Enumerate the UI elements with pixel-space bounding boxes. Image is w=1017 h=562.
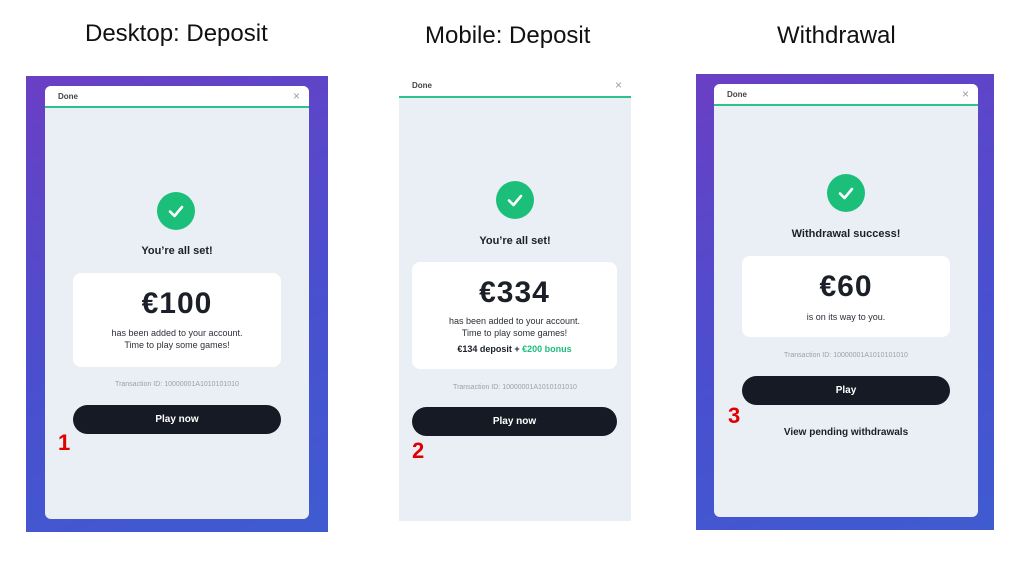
marker-3: 3 bbox=[728, 403, 741, 428]
amount-value: €60 bbox=[819, 270, 873, 303]
transaction-id: Transaction ID: 10000001A1010101010 bbox=[784, 352, 908, 359]
amount-card: €60 is on its way to you. bbox=[742, 256, 950, 337]
play-now-button[interactable]: Play now bbox=[412, 407, 617, 436]
done-label[interactable]: Done bbox=[58, 92, 78, 101]
done-label[interactable]: Done bbox=[412, 81, 432, 90]
amount-card: €334 has been added to your account. Tim… bbox=[412, 262, 617, 369]
close-icon[interactable]: × bbox=[293, 89, 300, 103]
bonus-breakdown: €134 deposit + €200 bonus bbox=[412, 344, 617, 354]
bonus-amount-text: €200 bonus bbox=[522, 344, 572, 354]
play-now-button[interactable]: Play now bbox=[73, 405, 281, 434]
success-headline: You’re all set! bbox=[141, 245, 213, 257]
modal-topbar: Done × bbox=[399, 75, 631, 98]
transaction-id: Transaction ID: 10000001A1010101010 bbox=[453, 384, 577, 391]
success-check-icon bbox=[157, 192, 195, 230]
marker-1: 1 bbox=[58, 430, 71, 455]
amount-description-line1: is on its way to you. bbox=[806, 312, 886, 322]
amount-description-line2: Time to play some games! bbox=[461, 328, 568, 338]
column-title-desktop-deposit: Desktop: Deposit bbox=[85, 20, 268, 47]
marker-2: 2 bbox=[412, 438, 425, 463]
close-icon[interactable]: × bbox=[962, 87, 969, 101]
transaction-id: Transaction ID: 10000001A1010101010 bbox=[115, 381, 239, 388]
play-button[interactable]: Play bbox=[742, 376, 950, 405]
amount-description-line1: has been added to your account. bbox=[448, 316, 581, 326]
amount-value: €334 bbox=[479, 276, 550, 309]
amount-card: €100 has been added to your account. Tim… bbox=[73, 273, 281, 367]
success-headline: Withdrawal success! bbox=[791, 228, 901, 240]
amount-value: €100 bbox=[141, 287, 213, 320]
column-title-withdrawal: Withdrawal bbox=[777, 22, 896, 49]
comparison-stage: Desktop: Deposit Mobile: Deposit Withdra… bbox=[0, 0, 1017, 562]
bonus-deposit-text: €134 deposit + bbox=[457, 344, 523, 354]
amount-description-line1: has been added to your account. bbox=[111, 328, 243, 338]
success-check-icon bbox=[496, 181, 534, 219]
close-icon[interactable]: × bbox=[615, 78, 622, 92]
column-title-mobile-deposit: Mobile: Deposit bbox=[425, 22, 591, 49]
success-check-icon bbox=[827, 174, 865, 212]
view-pending-withdrawals-link[interactable]: View pending withdrawals bbox=[714, 427, 978, 438]
success-headline: You’re all set! bbox=[479, 235, 551, 247]
modal-topbar: Done × bbox=[714, 84, 978, 106]
amount-description-line2: Time to play some games! bbox=[124, 340, 230, 350]
done-label[interactable]: Done bbox=[727, 90, 747, 99]
desktop-deposit-modal: Done × You’re all set! €100 has been add… bbox=[45, 86, 309, 519]
withdrawal-modal: Done × Withdrawal success! €60 is on its… bbox=[714, 84, 978, 517]
modal-topbar: Done × bbox=[45, 86, 309, 108]
mobile-deposit-modal: Done × You’re all set! €334 has been add… bbox=[399, 75, 631, 521]
